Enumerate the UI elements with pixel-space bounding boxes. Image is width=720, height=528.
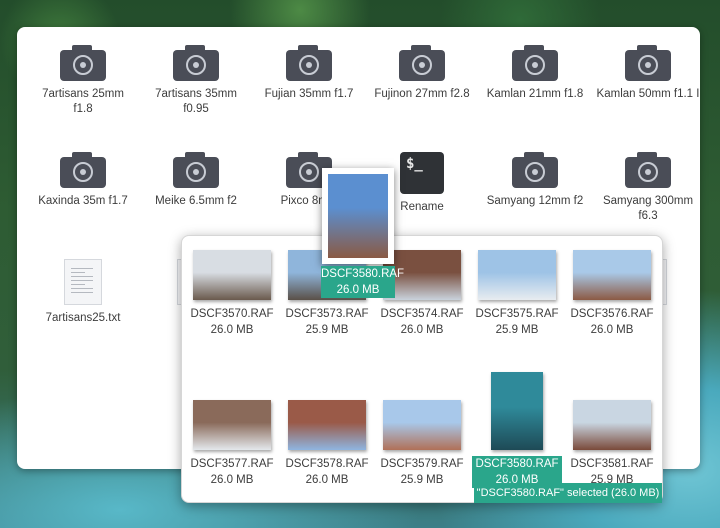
desktop-item-label: 7artisans25.txt (45, 312, 121, 324)
desktop-item[interactable]: Samyang 300mm f6.3 (592, 152, 704, 224)
file-name: DSCF3570.RAF (190, 308, 274, 320)
file-label: DSCF3579.RAF 25.9 MB (377, 456, 467, 488)
selection-status-bar: "DSCF3580.RAF" selected (26.0 MB) (474, 483, 662, 503)
file-name: DSCF3574.RAF (380, 308, 464, 320)
file-thumbnail[interactable]: DSCF3578.RAF 26.0 MB (282, 400, 372, 488)
file-name: DSCF3581.RAF (570, 458, 654, 470)
camera-icon (60, 45, 106, 81)
file-size: 26.0 MB (210, 324, 254, 336)
desktop-item[interactable]: 7artisans 25mm f1.8 (27, 45, 139, 117)
file-label: DSCF3578.RAF 26.0 MB (282, 456, 372, 488)
camera-icon (399, 45, 445, 81)
file-label: DSCF3574.RAF 26.0 MB (377, 306, 467, 338)
camera-icon (512, 152, 558, 188)
file-name: DSCF3576.RAF (570, 308, 654, 320)
file-thumbnail[interactable]: DSCF3577.RAF 26.0 MB (187, 400, 277, 488)
desktop-item-label: Kamlan 21mm f1.8 (486, 88, 584, 100)
file-size: 25.9 MB (305, 324, 349, 336)
file-picker-panel: DSCF3570.RAF 26.0 MB DSCF3573.RAF 25.9 MB DS… (181, 235, 663, 503)
desktop-item-label: Kaxinda 35m f1.7 (38, 195, 128, 207)
file-size: 26.0 MB (400, 324, 444, 336)
file-label: DSCF3576.RAF 26.0 MB (567, 306, 657, 338)
thumbnail-image (573, 400, 651, 450)
camera-icon (286, 45, 332, 81)
desktop-item-label: 7artisans 35mm f0.95 (155, 88, 237, 115)
dragged-file-name: DSCF3580.RAF 26.0 MB (321, 266, 405, 298)
file-name: DSCF3579.RAF (380, 458, 464, 470)
file-name: DSCF3575.RAF (475, 308, 559, 320)
text-file-icon (64, 259, 102, 305)
camera-icon (625, 152, 671, 188)
desktop-item-label: Samyang 300mm f6.3 (602, 195, 694, 222)
thumbnail-image (193, 400, 271, 450)
desktop-item-label: Fujian 35mm f1.7 (264, 88, 354, 100)
thumbnail-image (193, 250, 271, 300)
desktop-item-label: Fujinon 27mm f2.8 (374, 88, 470, 100)
desktop-item[interactable]: Fujinon 27mm f2.8 (366, 45, 478, 102)
file-size: 26.0 MB (210, 474, 254, 486)
file-size: 26.0 MB (305, 474, 349, 486)
thumbnail-image (491, 372, 543, 450)
file-label: DSCF3577.RAF 26.0 MB (187, 456, 277, 488)
camera-icon (625, 45, 671, 81)
dragged-thumbnail (322, 168, 394, 264)
desktop-item-label: Meike 6.5mm f2 (155, 195, 237, 207)
file-name: DSCF3578.RAF (285, 458, 369, 470)
file-label: DSCF3575.RAF 25.9 MB (472, 306, 562, 338)
file-name: DSCF3580.RAF (475, 458, 559, 470)
file-thumbnail[interactable]: DSCF3570.RAF 26.0 MB (187, 250, 277, 338)
file-size: 25.9 MB (400, 474, 444, 486)
file-thumbnail[interactable]: DSCF3576.RAF 26.0 MB (567, 250, 657, 338)
file-label: DSCF3570.RAF 26.0 MB (187, 306, 277, 338)
terminal-icon: $_ (400, 152, 444, 194)
desktop-item[interactable]: Fujian 35mm f1.7 (253, 45, 365, 102)
desktop-item[interactable]: 7artisans 35mm f0.95 (140, 45, 252, 117)
desktop-item[interactable]: Samyang 12mm f2 (479, 152, 591, 209)
desktop-item[interactable]: Kamlan 21mm f1.8 (479, 45, 591, 102)
file-name: DSCF3573.RAF (285, 308, 369, 320)
desktop-item[interactable]: Kamlan 50mm f1.1 I (592, 45, 704, 102)
desktop-item-label: Kamlan 50mm f1.1 I (596, 88, 700, 100)
file-name: DSCF3577.RAF (190, 458, 274, 470)
file-size: 25.9 MB (495, 324, 539, 336)
desktop-item-label: 7artisans 25mm f1.8 (42, 88, 124, 115)
thumbnail-image (478, 250, 556, 300)
dragged-file-preview[interactable]: DSCF3580.RAF 26.0 MB (321, 168, 405, 298)
camera-icon (60, 152, 106, 188)
file-thumbnail[interactable]: DSCF3575.RAF 25.9 MB (472, 250, 562, 338)
file-thumbnail[interactable]: DSCF3580.RAF 26.0 MB (472, 372, 562, 488)
file-label: DSCF3573.RAF 25.9 MB (282, 306, 372, 338)
file-size: 26.0 MB (590, 324, 634, 336)
camera-icon (173, 152, 219, 188)
camera-icon (512, 45, 558, 81)
desktop-item[interactable]: 7artisans25.txt (27, 259, 139, 326)
file-thumbnail[interactable]: DSCF3581.RAF 25.9 MB (567, 400, 657, 488)
desktop-item-label: Samyang 12mm f2 (486, 195, 584, 207)
thumbnail-image (383, 400, 461, 450)
camera-icon (173, 45, 219, 81)
thumbnail-image (573, 250, 651, 300)
desktop-item[interactable]: Meike 6.5mm f2 (140, 152, 252, 209)
file-thumbnail[interactable]: DSCF3579.RAF 25.9 MB (377, 400, 467, 488)
desktop-item[interactable]: Kaxinda 35m f1.7 (27, 152, 139, 209)
thumbnail-image (288, 400, 366, 450)
